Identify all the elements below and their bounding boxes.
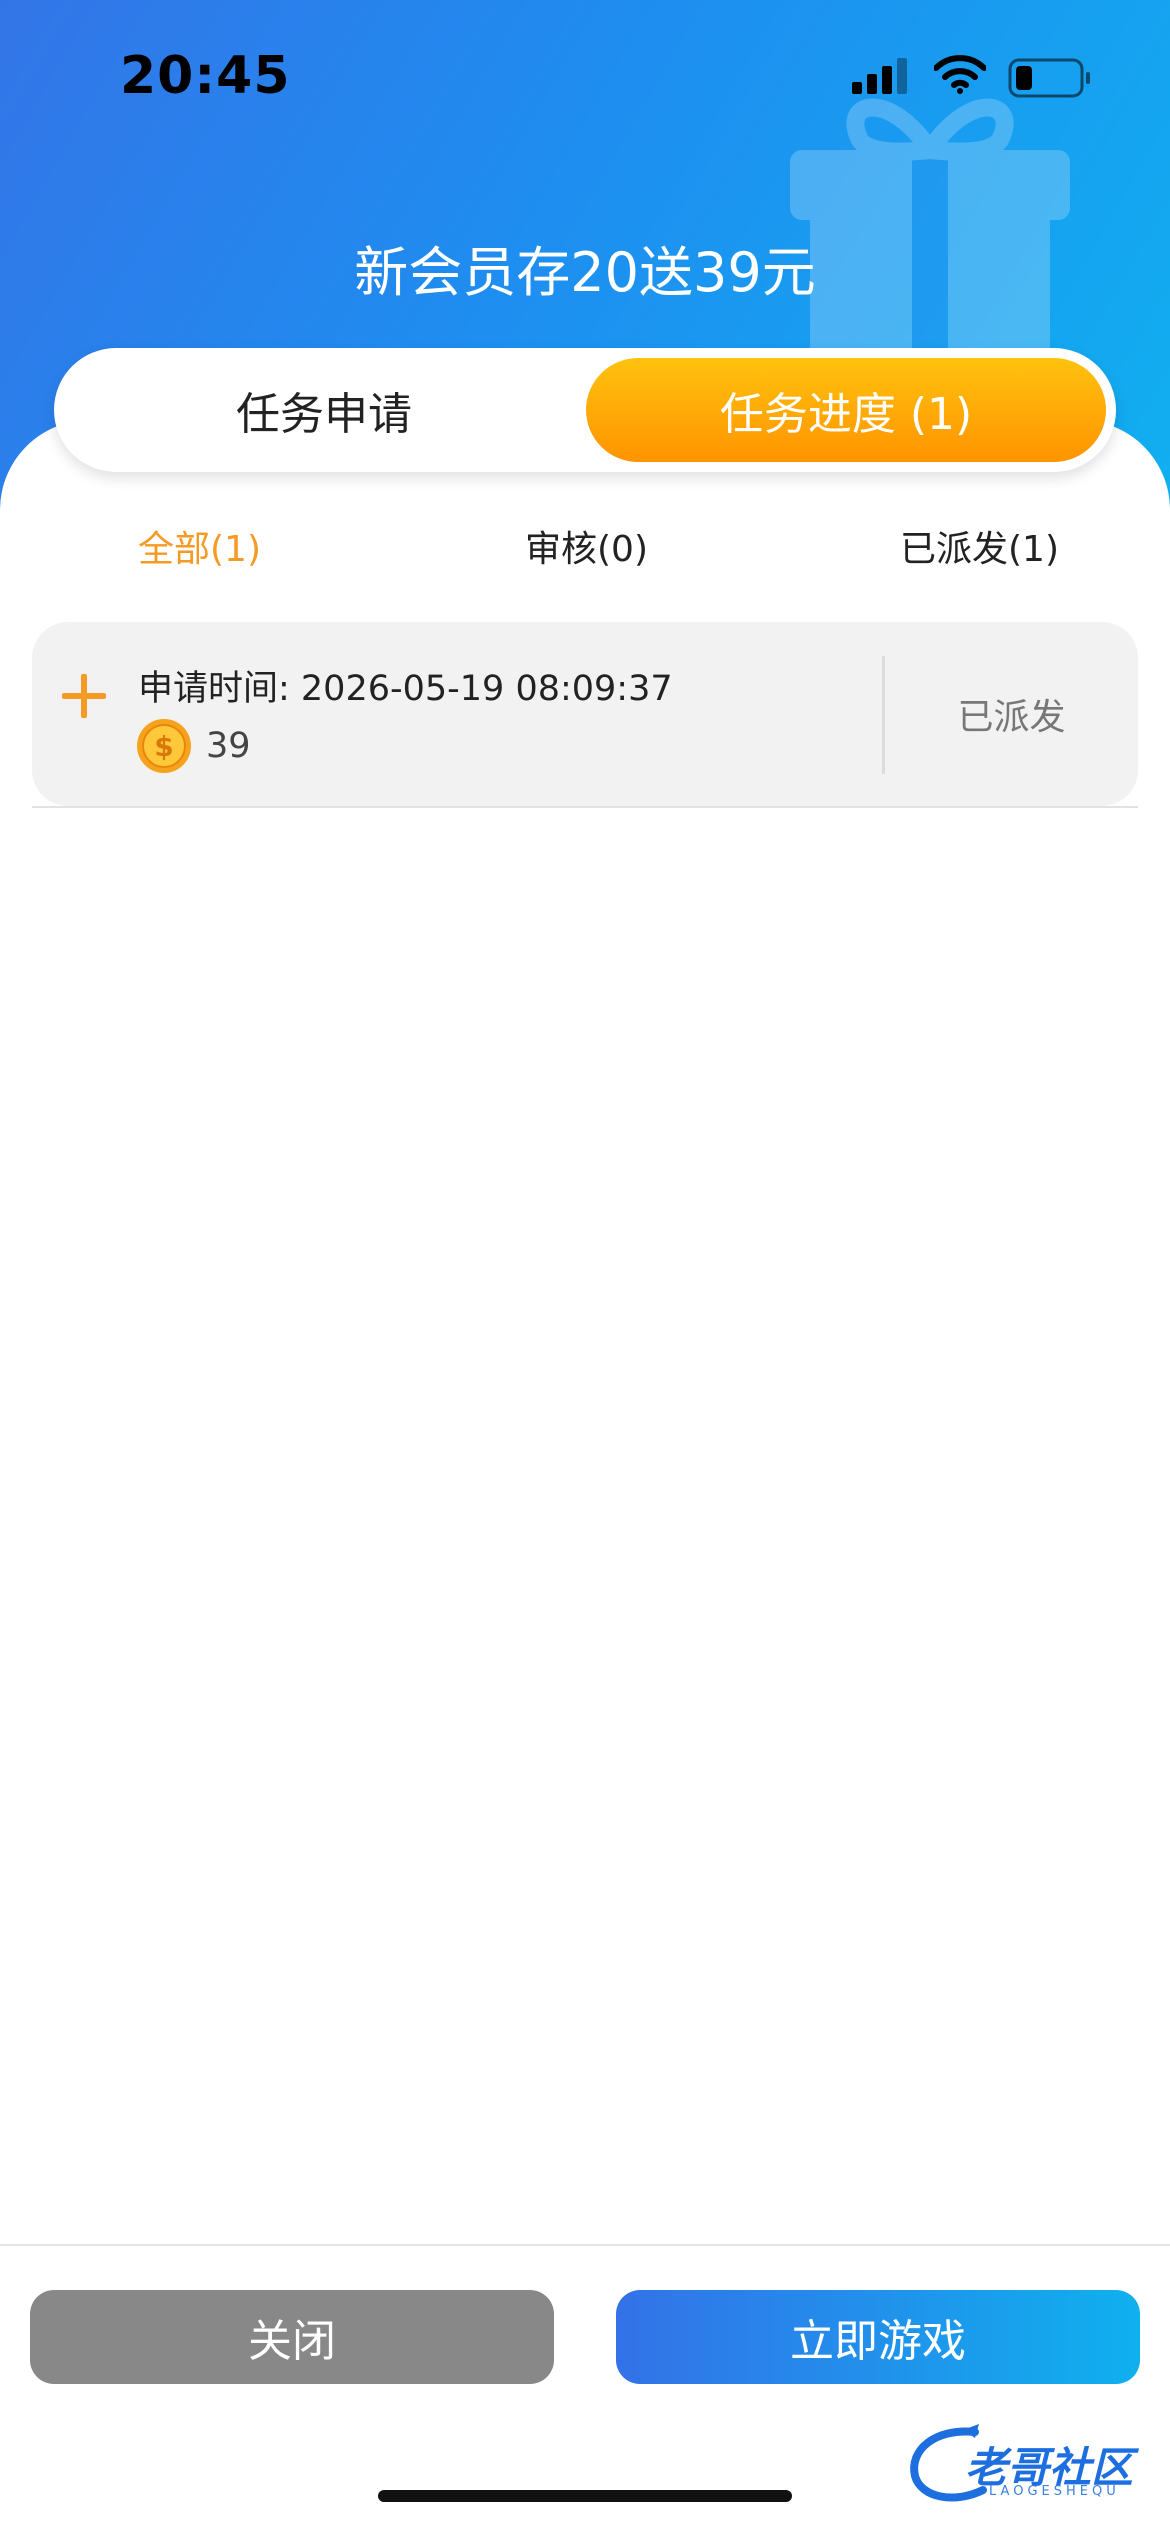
card-underline (32, 806, 1138, 808)
play-now-button[interactable]: 立即游戏 (616, 2290, 1140, 2384)
page-title: 新会员存20送39元 (354, 241, 816, 304)
segment-control: 任务申请 任务进度 (1) (54, 348, 1116, 472)
filter-bar: 全部(1) 审核(0) 已派发(1) (0, 520, 1170, 590)
watermark-logo: 老哥社区 LAOGESHEQU (905, 2420, 1155, 2510)
svg-text:$: $ (154, 730, 173, 763)
reward-amount: 39 (206, 726, 251, 766)
wifi-icon (934, 55, 986, 94)
record-card[interactable]: 申请时间: 2026-05-19 08:09:37 $ 39 已派发 (32, 622, 1138, 806)
filter-review[interactable]: 审核(0) (525, 520, 648, 572)
status-bar: 20:45 (0, 0, 1170, 150)
tab-task-progress[interactable]: 任务进度 (1) (586, 358, 1106, 462)
plus-icon[interactable] (62, 674, 106, 718)
home-indicator[interactable] (378, 2490, 792, 2502)
filter-all[interactable]: 全部(1) (138, 520, 261, 572)
status-time: 20:45 (120, 46, 291, 106)
footer-divider (0, 2244, 1170, 2246)
tab-task-apply[interactable]: 任务申请 (64, 358, 584, 462)
status-badge: 已派发 (957, 697, 1066, 738)
cellular-signal-icon (852, 58, 907, 94)
filter-dispatched[interactable]: 已派发(1) (900, 520, 1059, 572)
apply-time: 申请时间: 2026-05-19 08:09:37 (138, 669, 673, 709)
battery-icon (1008, 58, 1090, 98)
close-button[interactable]: 关闭 (30, 2290, 554, 2384)
watermark-subtext: LAOGESHEQU (989, 2484, 1120, 2499)
coin-icon: $ (137, 719, 191, 773)
